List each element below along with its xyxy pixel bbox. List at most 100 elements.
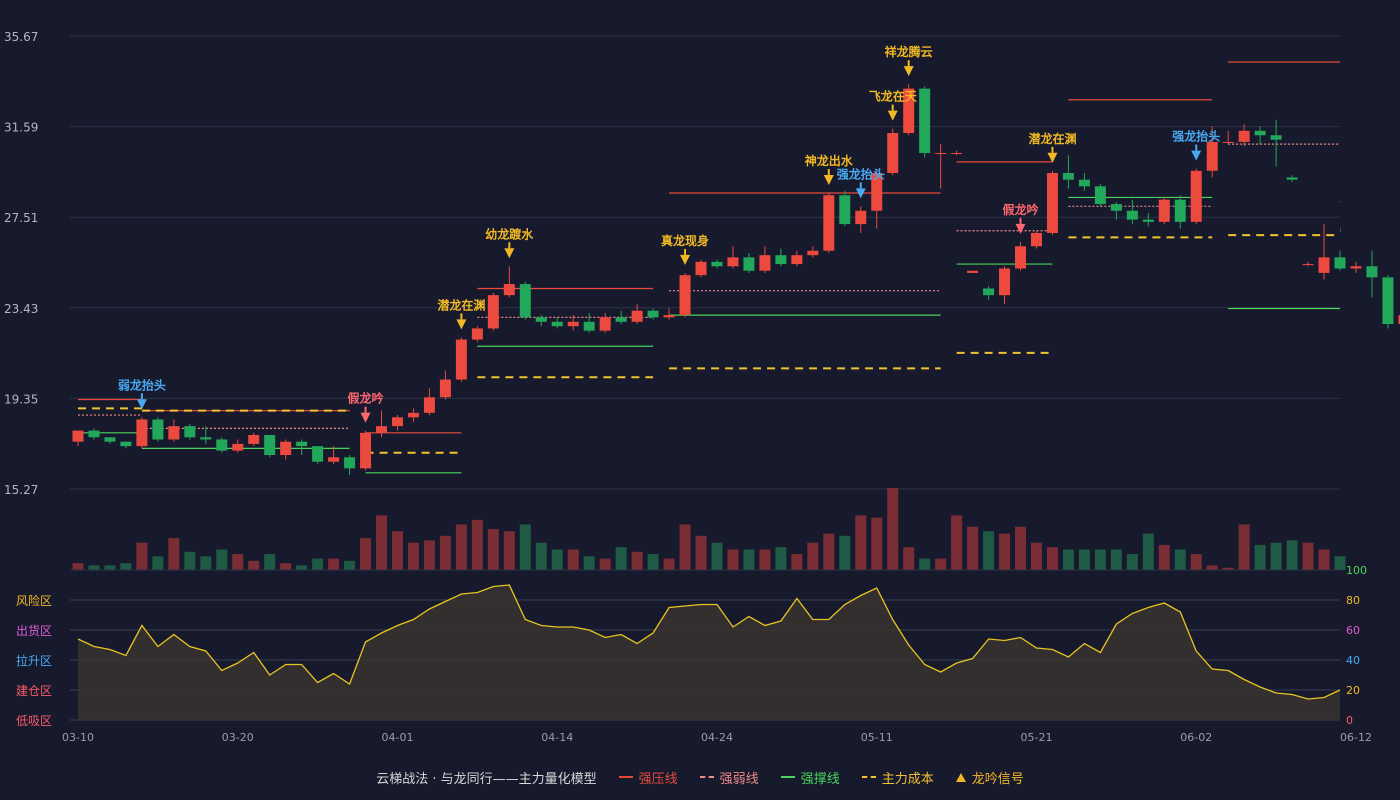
volume-bar — [935, 558, 947, 570]
indicator-tick-label: 100 — [1346, 564, 1367, 577]
legend-item-strong-weak[interactable]: 强弱线 — [699, 768, 759, 787]
candle-body — [1222, 141, 1234, 143]
price-tick-label: 27.51 — [4, 211, 38, 225]
volume-bar — [855, 515, 867, 570]
legend-item-main-cost[interactable]: 主力成本 — [861, 768, 934, 787]
candle-body — [839, 195, 851, 225]
volume-bar — [503, 531, 515, 570]
signal-label: 真龙现身 — [661, 233, 709, 248]
volume-bar — [376, 515, 388, 570]
indicator-zone-label: 低吸区 — [16, 714, 52, 728]
candle-body — [1126, 210, 1138, 220]
volume-bar — [983, 531, 995, 570]
legend-item-strong-pressure[interactable]: 强压线 — [618, 768, 678, 787]
candle-body — [1030, 232, 1042, 247]
signal-label: 潜龙在渊 — [437, 297, 485, 312]
candle-body — [615, 317, 627, 322]
signal-label: 弱龙抬头 — [118, 377, 166, 392]
candle-body — [599, 317, 611, 331]
volume-bar — [423, 540, 435, 570]
volume-bar — [1190, 554, 1202, 570]
candle-body — [647, 310, 659, 318]
candle-body — [152, 419, 164, 440]
candle-body — [1110, 204, 1122, 211]
volume-bar — [743, 549, 755, 570]
volume-bar — [1062, 549, 1074, 570]
volume-bar — [887, 488, 899, 570]
signal-arrow-icon — [1191, 150, 1202, 161]
signal-label: 强龙抬头 — [1172, 129, 1220, 144]
signal-label: 强龙抬头 — [837, 166, 885, 181]
date-tick-label: 06-02 — [1180, 731, 1212, 744]
indicator-zone-label: 建仓区 — [16, 684, 52, 698]
volume-bar — [216, 549, 228, 570]
volume-bar — [1206, 565, 1218, 570]
candle-body — [248, 435, 260, 444]
candle-body — [807, 250, 819, 256]
volume-bar — [455, 524, 467, 570]
volume-bar — [567, 549, 579, 570]
stock-chart: 35.6731.5927.5123.4319.3515.27弱龙抬头假龙吟潜龙在… — [4, 30, 1400, 744]
volume-bar — [727, 549, 739, 570]
volume-bar — [104, 565, 116, 570]
candle-body — [1318, 257, 1330, 273]
volume-bar — [1030, 542, 1042, 570]
indicator-zone-label: 出货区 — [16, 623, 52, 638]
legend-swatch-main-cost — [861, 776, 876, 778]
legend-label-strong-support: 强撑线 — [800, 771, 840, 787]
date-tick-label: 06-12 — [1340, 731, 1372, 744]
volume-bar — [839, 535, 851, 570]
candle-body — [168, 426, 180, 440]
candle-body — [1158, 199, 1170, 222]
legend-label-dragon-signal: 龙吟信号 — [971, 771, 1024, 787]
volume-bar — [120, 563, 132, 570]
legend-item-strong-support[interactable]: 强撑线 — [780, 768, 840, 787]
indicator-tick-label: 80 — [1346, 594, 1360, 607]
signal-arrow-icon — [1015, 223, 1026, 234]
candle-body — [1334, 257, 1346, 269]
date-tick-label: 03-20 — [222, 731, 254, 744]
candle-body — [407, 412, 419, 418]
volume-bar — [1015, 526, 1027, 570]
candle-body — [583, 321, 595, 331]
candle-body — [999, 268, 1011, 296]
volume-bar — [535, 542, 547, 570]
candle-body — [775, 255, 787, 265]
price-tick-label: 31.59 — [4, 121, 38, 135]
volume-bar — [296, 565, 308, 570]
legend-item-dragon-signal[interactable]: 龙吟信号 — [955, 768, 1024, 787]
candle-body — [1270, 135, 1282, 140]
candle-body — [1094, 186, 1106, 205]
candle-body — [216, 439, 228, 451]
candle-body — [136, 419, 148, 447]
volume-bar — [280, 563, 292, 570]
volume-bar — [615, 547, 627, 570]
volume-bar — [647, 554, 659, 570]
indicator-tick-label: 0 — [1346, 714, 1353, 727]
candle-body — [551, 321, 563, 327]
volume-bar — [1334, 556, 1346, 570]
volume-bar — [471, 519, 483, 570]
volume-bar — [1318, 549, 1330, 570]
candle-body — [1350, 266, 1362, 269]
legend-swatch-strong-weak — [699, 776, 714, 778]
candle-body — [104, 437, 116, 442]
legend-title-text: 云梯战法 · 与龙同行——主力量化模型 — [376, 771, 597, 787]
candle-body — [423, 397, 435, 413]
candle-body — [519, 284, 531, 318]
volume-bar — [232, 554, 244, 570]
volume-bar — [1110, 549, 1122, 570]
candle-body — [296, 441, 308, 447]
volume-bar — [599, 558, 611, 570]
signal-label: 假龙吟 — [1002, 202, 1038, 217]
candle-body — [1062, 173, 1074, 180]
candle-body — [1366, 266, 1378, 278]
volume-bar — [775, 547, 787, 570]
volume-bar — [1078, 549, 1090, 570]
candle-body — [184, 426, 196, 438]
candle-body — [983, 288, 995, 296]
volume-bar — [807, 542, 819, 570]
candle-body — [360, 432, 372, 469]
candle-body — [711, 261, 723, 267]
volume-bar — [999, 533, 1011, 570]
